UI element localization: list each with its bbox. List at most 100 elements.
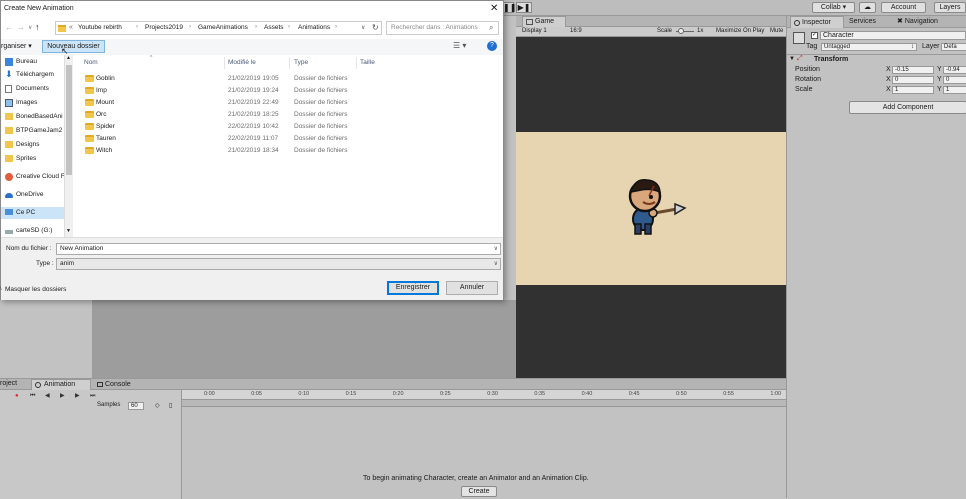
next-key-icon[interactable]: ▶	[75, 392, 80, 400]
save-button[interactable]: Enregistrer	[387, 281, 439, 295]
first-key-icon[interactable]: ⏮	[30, 392, 35, 400]
layers-button[interactable]: Layers	[934, 2, 966, 13]
cancel-button[interactable]: Annuler	[446, 281, 498, 295]
transform-header[interactable]: ▼ ⤢ Transform	[787, 54, 966, 64]
step-button[interactable]: ▶❚	[516, 2, 532, 13]
game-view[interactable]	[516, 37, 786, 378]
prev-key-icon[interactable]: ◀	[45, 392, 50, 400]
scale-slider-thumb[interactable]	[678, 28, 684, 34]
add-component-button[interactable]: Add Component	[849, 101, 966, 114]
refresh-icon[interactable]: ↻	[372, 23, 379, 32]
samples-field[interactable]: 60	[128, 402, 144, 410]
breadcrumb-item[interactable]: Youtube rebirth	[78, 24, 122, 31]
nav-scrollbar[interactable]: ▲ ▼	[65, 55, 73, 237]
position-x-field[interactable]: -0.15	[892, 66, 934, 74]
position-y-field[interactable]: -0.94	[943, 66, 966, 74]
column-type[interactable]: Type	[294, 59, 308, 66]
nav-item-creative-cloud[interactable]: Creative Cloud Fil	[1, 171, 64, 183]
timeline-ruler[interactable]: 0:00 0:05 0:10 0:15 0:20 0:25 0:30 0:35 0:40 0:45…	[182, 390, 786, 400]
nav-item-onedrive[interactable]: OneDrive	[1, 189, 64, 201]
close-icon[interactable]: ✕	[490, 3, 498, 14]
hide-folders-toggle[interactable]: Masquer les dossiers	[5, 286, 66, 293]
up-arrow-icon[interactable]: ↑	[35, 22, 40, 32]
display-select[interactable]: Display 1	[522, 28, 547, 35]
aspect-select[interactable]: 16:9	[570, 28, 582, 35]
tab-project[interactable]: roject	[0, 380, 17, 387]
filename-input[interactable]: New Animation ∨	[56, 243, 501, 255]
mute-toggle[interactable]: Mute	[770, 28, 783, 35]
column-divider[interactable]	[224, 57, 225, 69]
address-dropdown-icon[interactable]: ∨	[361, 24, 365, 31]
breadcrumb-item[interactable]: Animations	[298, 24, 330, 31]
nav-item-bonedbased[interactable]: BonedBasedAni	[1, 111, 64, 123]
nav-item-designs[interactable]: Designs	[1, 139, 64, 151]
chevron-up-icon[interactable]: ∧	[0, 285, 2, 292]
nav-item-documents[interactable]: Documents	[1, 83, 64, 95]
column-divider[interactable]	[289, 57, 290, 69]
new-folder-button[interactable]: Nouveau dossier	[42, 40, 105, 53]
list-item[interactable]: Spider 22/02/2019 10:42 Dossier de fichier…	[73, 121, 503, 133]
cloud-icon[interactable]: ☁	[859, 2, 876, 13]
collab-button[interactable]: Collab ▾	[812, 2, 855, 13]
breadcrumb-item[interactable]: Assets	[264, 24, 284, 31]
nav-item-this-pc[interactable]: Ce PC	[1, 207, 64, 219]
tab-navigation[interactable]: ✖ Navigation	[897, 16, 938, 28]
nav-item-downloads[interactable]: ⬇ Téléchargem	[1, 69, 64, 81]
list-item[interactable]: Witch 21/02/2019 18:34 Dossier de fichiers	[73, 145, 503, 157]
active-checkbox[interactable]: ✓	[811, 32, 818, 39]
search-input[interactable]: Rechercher dans : Animations ⌕	[386, 21, 499, 35]
scale-y-field[interactable]: 1	[943, 86, 966, 94]
list-item[interactable]: Orc 21/02/2019 18:25 Dossier de fichiers	[73, 109, 503, 121]
scroll-up-icon[interactable]: ▲	[66, 55, 71, 61]
tab-game[interactable]: Game	[522, 16, 566, 27]
download-icon: ⬇	[5, 69, 13, 79]
organize-menu[interactable]: rganiser ▾	[1, 42, 32, 50]
column-divider[interactable]	[356, 57, 357, 69]
column-date[interactable]: Modifié le	[228, 59, 256, 66]
account-button[interactable]: Account	[881, 2, 926, 13]
record-icon[interactable]: ●	[15, 392, 19, 400]
list-item[interactable]: Tauren 22/02/2019 11:07 Dossier de fichier…	[73, 133, 503, 145]
last-key-icon[interactable]: ⏭	[90, 392, 95, 400]
play-icon[interactable]: ▶	[60, 392, 65, 400]
list-item[interactable]: Imp 21/02/2019 19:24 Dossier de fichiers	[73, 85, 503, 97]
tag-dropdown[interactable]: Untagged ↕	[821, 43, 917, 51]
add-event-icon[interactable]: ▯	[169, 402, 172, 409]
tab-inspector[interactable]: Inspector	[790, 16, 844, 28]
nav-item-btpgamejam[interactable]: BTPGameJam2	[1, 125, 64, 137]
view-options-icon[interactable]: ☰ ▾	[453, 41, 466, 50]
column-size[interactable]: Taille	[360, 59, 375, 66]
object-name-field[interactable]: Character	[820, 31, 966, 40]
maximize-on-play-toggle[interactable]: Maximize On Play	[716, 28, 764, 35]
forward-arrow-icon[interactable]: →	[17, 23, 25, 32]
nav-item-images[interactable]: Images	[1, 97, 64, 109]
help-icon[interactable]: ?	[487, 41, 497, 51]
chevron-down-icon[interactable]: ∨	[494, 244, 498, 254]
list-item[interactable]: Goblin 21/02/2019 19:05 Dossier de fichier…	[73, 73, 503, 85]
chevron-down-icon[interactable]: ∨	[494, 259, 498, 269]
nav-item-sd-card[interactable]: carteSD (G:)	[1, 225, 64, 237]
tab-console[interactable]: Console	[96, 379, 131, 390]
layer-dropdown[interactable]: Defa	[941, 43, 966, 51]
timeline-event-strip[interactable]	[182, 400, 786, 407]
type-select[interactable]: anim ∨	[56, 258, 501, 270]
nav-item-bureau[interactable]: Bureau	[1, 56, 64, 68]
column-name[interactable]: Nom	[84, 59, 98, 66]
back-arrow-icon[interactable]: ←	[5, 23, 13, 32]
scroll-down-icon[interactable]: ▼	[66, 228, 71, 234]
recent-dropdown-icon[interactable]: ∨	[28, 24, 32, 31]
scroll-thumb[interactable]	[66, 65, 72, 175]
scene-view[interactable]	[92, 300, 516, 378]
breadcrumb-item[interactable]: Projects2019	[145, 24, 183, 31]
rotation-x-field[interactable]: 0	[892, 76, 934, 84]
breadcrumb[interactable]: « Youtube rebirth › Projects2019 › GameA…	[55, 21, 382, 35]
tab-animation[interactable]: Animation	[31, 379, 91, 390]
create-button[interactable]: Create	[461, 486, 497, 497]
add-keyframe-icon[interactable]: ◇	[155, 402, 160, 409]
scale-x-field[interactable]: 1	[892, 86, 934, 94]
list-item[interactable]: Mount 21/02/2019 22:49 Dossier de fichiers	[73, 97, 503, 109]
tab-services[interactable]: Services	[849, 16, 876, 28]
rotation-y-field[interactable]: 0	[943, 76, 966, 84]
breadcrumb-item[interactable]: GameAnimations	[198, 24, 248, 31]
nav-item-sprites[interactable]: Sprites	[1, 153, 64, 165]
